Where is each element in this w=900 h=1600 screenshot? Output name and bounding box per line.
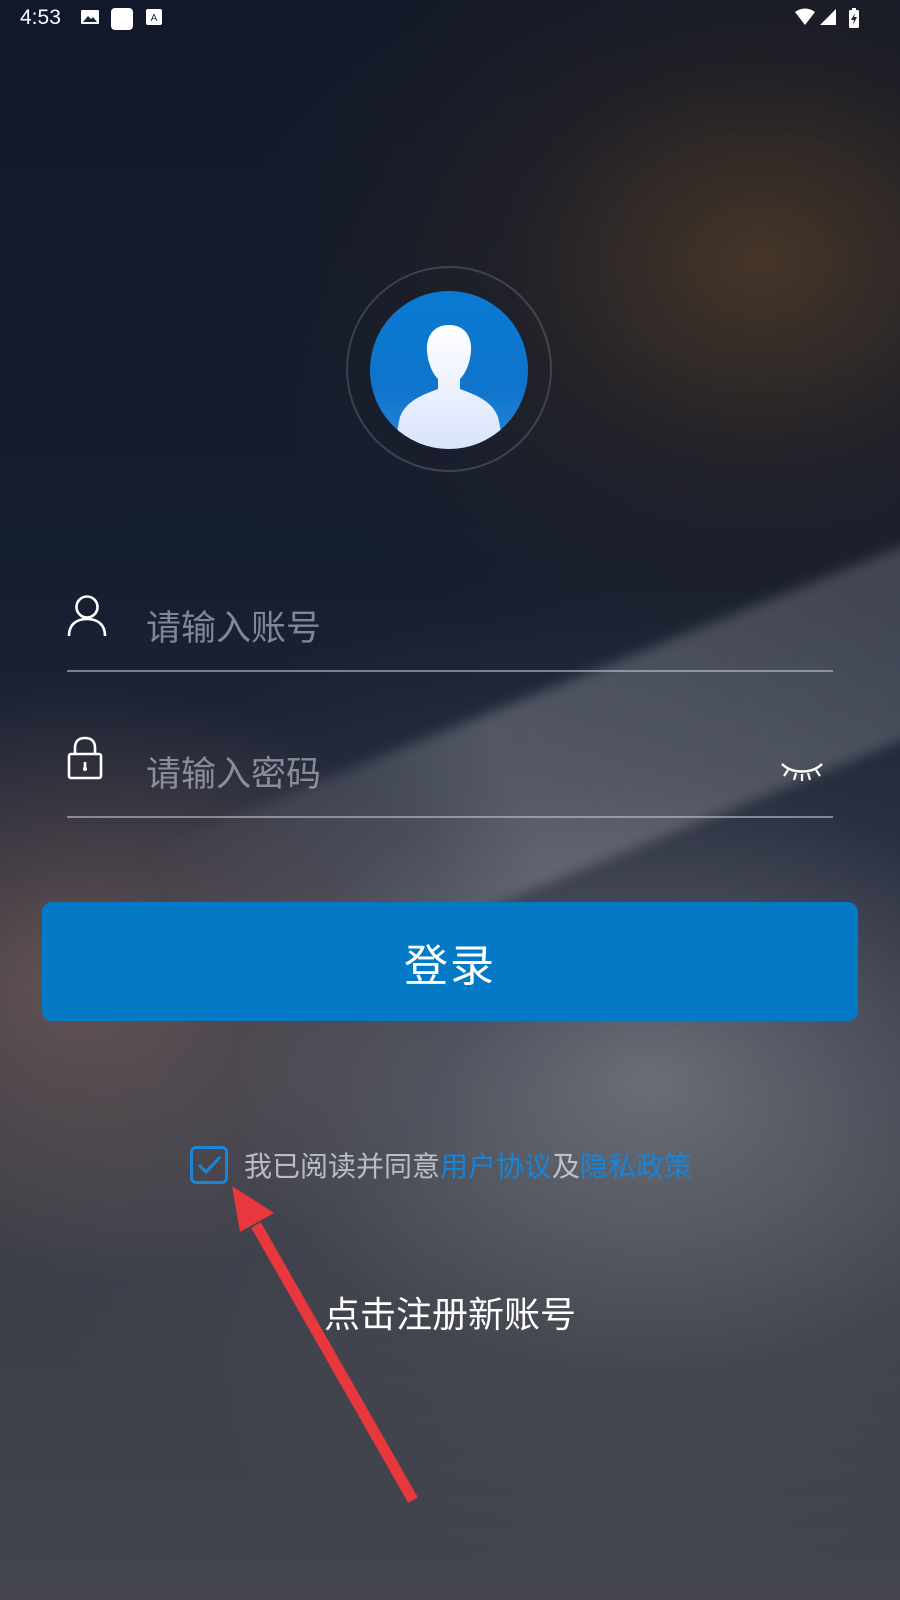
login-screen: 4:53 A 请输入账号 登录 我已阅读并同意 用户协议 及 隐私政策 点击注册… <box>0 0 900 1600</box>
annotation-arrow-icon <box>232 1186 418 1503</box>
